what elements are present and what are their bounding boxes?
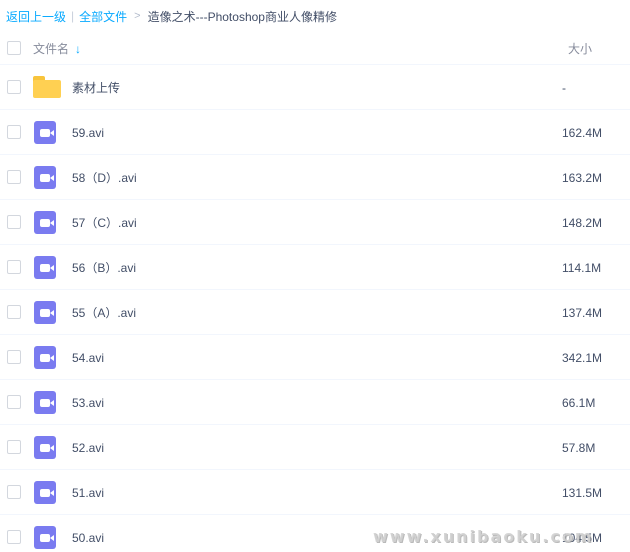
video-file-icon [34, 166, 56, 189]
back-link[interactable]: 返回上一级 [6, 8, 66, 25]
list-item[interactable]: 53.avi 66.1M [0, 380, 630, 425]
file-size: 131.5M [562, 485, 603, 500]
file-name[interactable]: 55（A）.avi [72, 290, 136, 335]
row-checkbox[interactable] [7, 350, 21, 364]
video-file-icon [34, 211, 56, 234]
row-checkbox[interactable] [7, 485, 21, 499]
video-file-icon [34, 526, 56, 549]
row-checkbox[interactable] [7, 530, 21, 544]
file-size: 57.8M [562, 440, 596, 455]
file-name[interactable]: 素材上传 [72, 65, 120, 110]
list-item[interactable]: 58（D）.avi 163.2M [0, 155, 630, 200]
video-file-icon [34, 436, 56, 459]
video-file-icon [34, 301, 56, 324]
select-all-checkbox[interactable] [7, 41, 21, 55]
file-list: 素材上传 - 59.avi 162.4M 58（D）.avi 163.2M 57… [0, 65, 630, 552]
arrow-down-icon[interactable]: ↓ [75, 42, 81, 56]
file-name[interactable]: 50.avi [72, 515, 104, 552]
name-column-header[interactable]: 文件名 ↓ [33, 32, 81, 65]
file-name[interactable]: 57（C）.avi [72, 200, 137, 245]
row-checkbox[interactable] [7, 80, 21, 94]
file-size: 162.4M [562, 125, 603, 140]
video-file-icon [34, 121, 56, 144]
row-checkbox[interactable] [7, 260, 21, 274]
breadcrumb: 返回上一级 | 全部文件 > 造像之术---Photoshop商业人像精修 [6, 0, 337, 32]
breadcrumb-divider: | [71, 9, 75, 23]
file-size: 114.1M [562, 260, 602, 275]
file-size: 66.1M [562, 395, 596, 410]
file-name[interactable]: 54.avi [72, 335, 104, 380]
file-size: 148.2M [562, 215, 603, 230]
file-name[interactable]: 52.avi [72, 425, 104, 470]
file-name[interactable]: 56（B）.avi [72, 245, 136, 290]
video-file-icon [34, 481, 56, 504]
file-name[interactable]: 59.avi [72, 110, 104, 155]
list-item[interactable]: 59.avi 162.4M [0, 110, 630, 155]
video-file-icon [34, 346, 56, 369]
file-size: - [562, 80, 566, 95]
list-item[interactable]: 素材上传 - [0, 65, 630, 110]
list-item[interactable]: 51.avi 131.5M [0, 470, 630, 515]
list-item[interactable]: 57（C）.avi 148.2M [0, 200, 630, 245]
video-file-icon [34, 391, 56, 414]
row-checkbox[interactable] [7, 215, 21, 229]
breadcrumb-arrow: > [134, 10, 141, 22]
file-name[interactable]: 53.avi [72, 380, 104, 425]
current-folder: 造像之术---Photoshop商业人像精修 [147, 9, 337, 24]
row-checkbox[interactable] [7, 440, 21, 454]
file-name[interactable]: 51.avi [72, 470, 104, 515]
list-item[interactable]: 56（B）.avi 114.1M [0, 245, 630, 290]
file-size: 163.2M [562, 170, 603, 185]
all-files-link[interactable]: 全部文件 [79, 8, 127, 25]
row-checkbox[interactable] [7, 305, 21, 319]
file-size: 137.4M [562, 305, 603, 320]
file-size: 342.1M [562, 350, 603, 365]
folder-icon [33, 76, 61, 98]
name-column-label: 文件名 [33, 42, 70, 56]
list-item[interactable]: 54.avi 342.1M [0, 335, 630, 380]
row-checkbox[interactable] [7, 395, 21, 409]
video-file-icon [34, 256, 56, 279]
list-item[interactable]: 55（A）.avi 137.4M [0, 290, 630, 335]
size-column-header[interactable]: 大小 [568, 32, 592, 65]
file-name[interactable]: 58（D）.avi [72, 155, 137, 200]
row-checkbox[interactable] [7, 125, 21, 139]
watermark: www.xunibaoku.com [373, 527, 594, 546]
list-item[interactable]: 52.avi 57.8M [0, 425, 630, 470]
list-header: 文件名 ↓ 大小 [0, 32, 630, 65]
row-checkbox[interactable] [7, 170, 21, 184]
